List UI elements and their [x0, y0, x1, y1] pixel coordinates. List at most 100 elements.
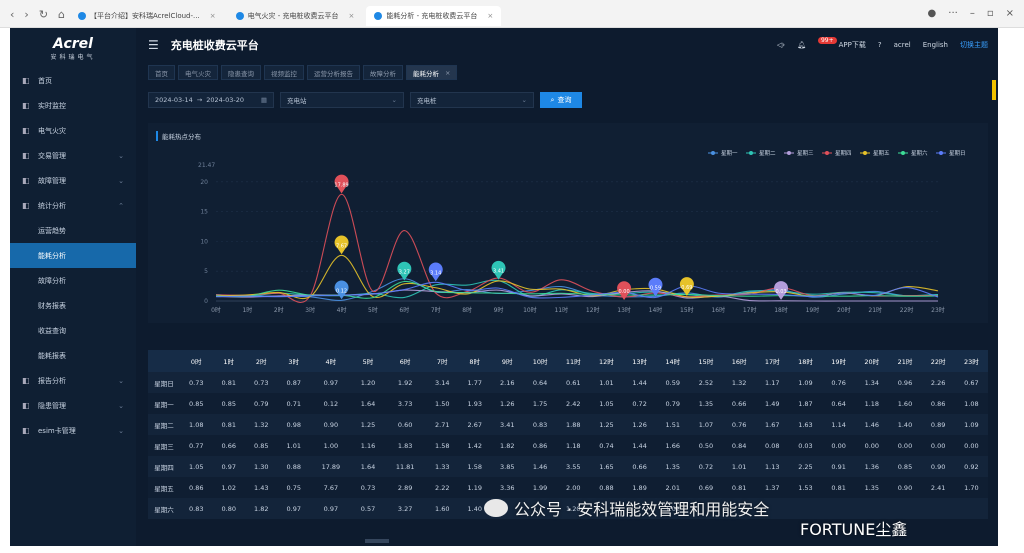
close-icon[interactable]: ×	[445, 69, 450, 77]
browser-tab[interactable]: 能耗分析 - 充电桩收费云平台 ×	[366, 6, 502, 26]
trade-icon: ◧	[22, 151, 30, 160]
legend-dot	[787, 151, 791, 155]
table-header-cell	[148, 350, 180, 372]
x-tick-label: 20时	[837, 306, 851, 314]
sidebar-item[interactable]: 运营趋势	[10, 218, 136, 243]
sidebar-item[interactable]: 财务报表	[10, 293, 136, 318]
volume-icon[interactable]: ◁›	[777, 41, 785, 49]
sidebar-item[interactable]: 能耗分析	[10, 243, 136, 268]
user-name[interactable]: acrel	[894, 41, 911, 49]
forward-icon[interactable]: ›	[24, 8, 28, 21]
page-tab[interactable]: 故障分析	[363, 65, 403, 80]
back-icon[interactable]: ‹	[10, 8, 14, 21]
page-tab[interactable]: 运营分析报告	[307, 65, 360, 80]
energy-line-chart: 21.47 0 5 10 15 20 0时 1时 2时 3时 4时 5时 6时 7时 8时 9时 10时 11时 1…	[198, 149, 966, 314]
sidebar-item[interactable]: ◧ 统计分析 ⌃	[10, 193, 136, 218]
energy-table: 0时 1时 2时 3时 4时 5时 6时 7时 8时 9时 10时 11时 12时 13时 14时 15时 16…	[148, 350, 988, 520]
table-header-cell: 8时	[458, 350, 491, 372]
table-cell	[954, 498, 988, 519]
station-select[interactable]: 充电站 ⌄	[280, 92, 404, 108]
x-tick-label: 17时	[743, 306, 757, 314]
home-icon[interactable]: ⌂	[58, 8, 65, 21]
page-tab[interactable]: 视频监控	[264, 65, 304, 80]
table-header-cell: 9时	[491, 350, 524, 372]
table-cell: 0.72	[623, 393, 657, 414]
pile-select[interactable]: 充电桩 ⌄	[410, 92, 534, 108]
wechat-icon	[484, 499, 508, 517]
date-range-picker[interactable]: 2024-03-14 → 2024-03-20 ▦	[148, 92, 274, 108]
refresh-icon[interactable]: ↻	[39, 8, 48, 21]
menu-toggle-icon[interactable]: ☰	[148, 38, 159, 52]
switch-theme-button[interactable]: 切换主题	[960, 40, 988, 50]
table-cell: 0.81	[212, 414, 245, 435]
table-cell: 1.09	[954, 414, 988, 435]
x-tick-label: 8时	[462, 306, 472, 314]
date-end: 2024-03-20	[206, 96, 245, 104]
filter-bar: 2024-03-14 → 2024-03-20 ▦ 充电站 ⌄ 充电桩 ⌄ ⌕ …	[148, 92, 582, 108]
close-icon[interactable]: ×	[349, 12, 355, 20]
table-cell: 0.64	[822, 393, 856, 414]
sidebar-item[interactable]: ◧ 首页	[10, 68, 136, 93]
table-cell: 1.82	[245, 498, 278, 519]
table-cell: 0.88	[589, 477, 624, 498]
page-tab[interactable]: 隐患查询	[221, 65, 261, 80]
sidebar-item[interactable]: 能耗报表	[10, 343, 136, 368]
sidebar-item[interactable]: ◧ 交易管理 ⌄	[10, 143, 136, 168]
page-tab-label: 能耗分析	[413, 69, 439, 78]
table-cell: 1.33	[426, 456, 459, 477]
stats-icon: ◧	[22, 201, 30, 210]
more-icon[interactable]: ···	[948, 8, 958, 19]
page-tab[interactable]: 首页	[148, 65, 175, 80]
sidebar-item[interactable]: ◧ 电气火灾	[10, 118, 136, 143]
sidebar-item[interactable]: ◧ 隐患管理 ⌄	[10, 393, 136, 418]
table-cell: 0.08	[755, 435, 789, 456]
minimize-icon[interactable]: –	[970, 8, 975, 19]
chevron-icon: ⌄	[118, 151, 124, 160]
browser-tab[interactable]: 电气火灾 - 充电桩收费云平台 ×	[228, 6, 363, 26]
sidebar-item[interactable]: 收益查询	[10, 318, 136, 343]
page-tab[interactable]: 电气火灾	[178, 65, 218, 80]
sidebar-item-label: 收益查询	[38, 326, 66, 335]
table-cell: 0.85	[212, 393, 245, 414]
horizontal-scrollbar[interactable]	[365, 539, 389, 543]
language-button[interactable]: English	[923, 41, 948, 49]
sidebar-item-label: esim卡管理	[38, 426, 76, 435]
help-icon[interactable]: ?	[878, 41, 882, 49]
x-tick-label: 7时	[431, 306, 441, 314]
table-cell: 0.00	[822, 435, 856, 456]
favicon-icon	[374, 12, 383, 20]
table-cell: 0.75	[277, 477, 310, 498]
legend-dot	[863, 151, 867, 155]
sidebar-item[interactable]: ◧ 故障管理 ⌄	[10, 168, 136, 193]
table-cell: 0.84	[722, 435, 756, 456]
sidebar-item[interactable]: ◧ esim卡管理 ⌄	[10, 418, 136, 443]
x-tick-label: 9时	[494, 306, 504, 314]
close-icon[interactable]: ×	[487, 12, 493, 20]
y-tick-label: 5	[204, 268, 208, 275]
table-header-cell: 18时	[788, 350, 823, 372]
table-cell: 0.71	[277, 393, 310, 414]
sidebar-item[interactable]: ◧ 报告分析 ⌄	[10, 368, 136, 393]
sidebar-item[interactable]: ◧ 实时监控	[10, 93, 136, 118]
table-cell: 1.01	[722, 456, 756, 477]
marker-label: 0.03	[775, 289, 786, 295]
table-cell: 0.91	[822, 456, 856, 477]
table-cell: 3.73	[384, 393, 426, 414]
page-tab[interactable]: 能耗分析 ×	[406, 65, 458, 80]
table-cell: 1.51	[656, 414, 690, 435]
profile-icon[interactable]: ●	[928, 8, 937, 19]
table-cell: 3.27	[384, 498, 426, 519]
sidebar-item[interactable]: 故障分析	[10, 268, 136, 293]
table-cell: 0.00	[888, 435, 922, 456]
marker-label: 0.00	[619, 289, 630, 295]
query-button[interactable]: ⌕ 查询	[540, 92, 582, 108]
table-cell: 1.40	[888, 414, 922, 435]
close-window-icon[interactable]: ×	[1006, 8, 1014, 19]
notification-icon[interactable]: 🔔︎	[797, 41, 806, 49]
maximize-icon[interactable]: ▫	[987, 8, 994, 19]
browser-tab[interactable]: 【平台介绍】安科瑞AcrelCloud-... ×	[70, 6, 224, 26]
calendar-icon: ▦	[260, 96, 267, 104]
close-icon[interactable]: ×	[210, 12, 216, 20]
app-download-button[interactable]: APP下载	[839, 40, 866, 50]
page-tab-label: 视频监控	[271, 69, 297, 78]
